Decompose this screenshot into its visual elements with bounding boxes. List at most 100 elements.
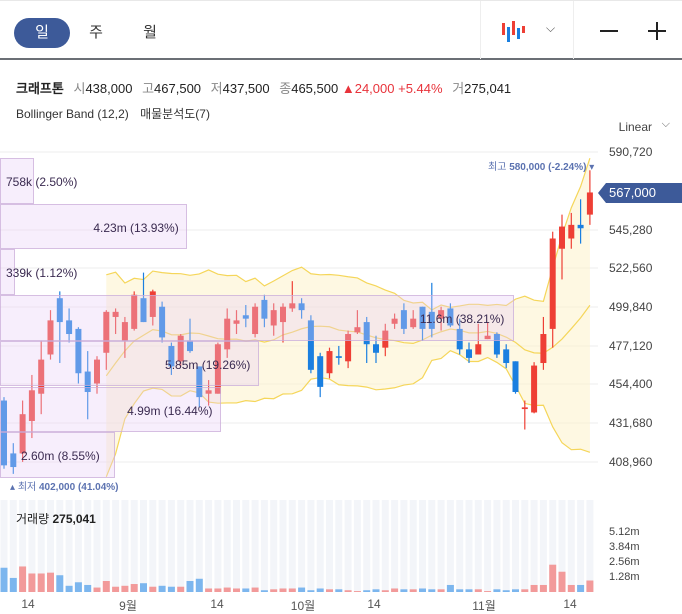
- volume-bar: [298, 587, 306, 592]
- volume-column-bg: [391, 500, 399, 592]
- volume-tick: 5.12m: [609, 526, 640, 538]
- volume-column-bg: [260, 500, 268, 592]
- volume-bar: [539, 584, 547, 592]
- volume-bar: [344, 590, 352, 592]
- volume-bar: [140, 583, 147, 592]
- x-tick: 11월: [472, 599, 496, 613]
- price-tick: 522,560: [609, 261, 653, 275]
- candle-body: [335, 356, 342, 358]
- volume-bar: [577, 584, 585, 592]
- volume-bar: [521, 589, 529, 592]
- volume-bar: [205, 588, 213, 592]
- volume-column-bg: [223, 500, 231, 592]
- volume-bar: [288, 588, 296, 592]
- volume-bar: [502, 590, 510, 592]
- candle-body: [503, 349, 510, 364]
- volume-profile-label: 11.6m (38.21%): [419, 312, 505, 327]
- volume-column-bg: [177, 500, 185, 592]
- volume-bar: [353, 591, 361, 592]
- volume-bar: [465, 589, 473, 592]
- volume-profile-label: 4.99m (16.44%): [127, 403, 213, 418]
- volume-bar: [391, 588, 399, 592]
- volume-column-bg: [372, 500, 380, 592]
- volume-column-bg: [567, 500, 575, 592]
- volume-column-bg: [130, 500, 138, 592]
- volume-bar: [214, 588, 222, 592]
- volume-tick: 3.84m: [609, 541, 640, 553]
- volume-column-bg: [167, 500, 175, 592]
- volume-column-bg: [521, 500, 529, 592]
- price-tick: 499,840: [609, 300, 653, 314]
- volume-column-bg: [251, 500, 259, 592]
- volume-column-bg: [428, 500, 436, 592]
- volume-column-bg: [344, 500, 352, 592]
- price-tick: 545,280: [609, 223, 653, 237]
- volume-column-bg: [512, 500, 519, 592]
- volume-bar: [65, 585, 73, 592]
- low-marker: ▴ 최저 402,000 (41.04%): [10, 482, 119, 493]
- volume-bar: [493, 589, 501, 592]
- volume-bar: [121, 585, 129, 592]
- volume-bar: [9, 577, 17, 592]
- volume-bar: [372, 589, 380, 592]
- volume-bar: [456, 589, 464, 592]
- price-tick: 431,680: [609, 416, 653, 430]
- volume-column-bg: [279, 500, 287, 592]
- volume-bar: [335, 589, 343, 592]
- candle-body: [475, 344, 482, 355]
- candle-body: [466, 349, 472, 358]
- volume-column-bg: [326, 500, 333, 592]
- volume-bar: [167, 586, 175, 592]
- volume-bar: [428, 589, 436, 592]
- volume-bar: [363, 590, 371, 592]
- volume-bar: [177, 586, 185, 592]
- volume-profile-label: 2.60m (8.55%): [20, 449, 100, 464]
- price-tick: 590,720: [609, 145, 653, 159]
- volume-column-bg: [214, 500, 222, 592]
- candle-body: [512, 361, 519, 393]
- volume-tick: 2.56m: [609, 556, 640, 568]
- volume-bar: [279, 588, 287, 592]
- volume-bar: [93, 587, 101, 592]
- volume-column-bg: [474, 500, 482, 592]
- volume-profile-label: 4.23m (13.93%): [93, 220, 179, 235]
- volume-column-bg: [140, 500, 147, 592]
- volume-bar: [446, 584, 454, 592]
- volume-column-bg: [381, 500, 389, 592]
- x-tick: 14: [21, 597, 35, 611]
- price-tick: 408,960: [609, 455, 653, 469]
- candle-body: [531, 365, 538, 413]
- volume-bar: [19, 566, 27, 592]
- volume-bar: [316, 588, 324, 592]
- volume-column-bg: [400, 500, 408, 592]
- x-tick: 9월: [119, 599, 137, 613]
- volume-column-bg: [158, 500, 166, 592]
- candle-body: [568, 224, 575, 239]
- volume-bar: [242, 588, 250, 592]
- volume-bar: [400, 589, 408, 592]
- volume-profile-label: 758k (2.50%): [6, 175, 78, 189]
- volume-bar: [586, 580, 594, 592]
- volume-column-bg: [409, 500, 417, 592]
- high-marker: 최고 580,000 (-2.24%) ▾: [488, 162, 595, 173]
- volume-bar: [74, 582, 82, 592]
- candle-body: [521, 407, 528, 410]
- volume-column-bg: [419, 500, 426, 592]
- volume-bar: [223, 587, 231, 592]
- volume-column-bg: [195, 500, 203, 592]
- volume-column-bg: [112, 500, 120, 592]
- candle-body: [549, 238, 556, 329]
- volume-column-bg: [465, 500, 473, 592]
- volume-column-bg: [307, 500, 315, 592]
- volume-column-bg: [270, 500, 278, 592]
- volume-bar: [484, 591, 492, 592]
- volume-bar: [56, 575, 64, 592]
- volume-column-bg: [586, 500, 594, 592]
- candle-body: [586, 192, 593, 215]
- volume-column-bg: [242, 500, 250, 592]
- volume-bar: [149, 586, 157, 592]
- volume-bar: [437, 589, 445, 592]
- candle-body: [373, 344, 379, 353]
- volume-bar: [130, 584, 138, 592]
- volume-column-bg: [493, 500, 501, 592]
